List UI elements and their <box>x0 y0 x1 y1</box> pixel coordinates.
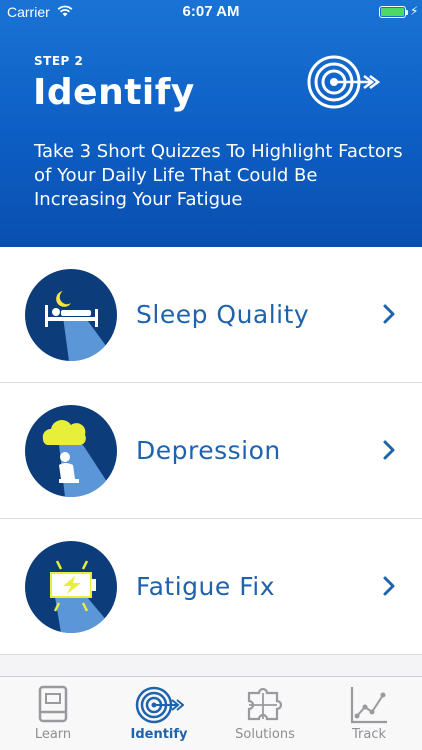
status-bar: Carrier 6:07 AM ⚡ <box>0 0 422 24</box>
tab-label: Identify <box>130 727 188 742</box>
quiz-item-depression[interactable]: Depression <box>0 383 422 519</box>
sleep-bed-moon-icon <box>25 269 117 361</box>
tab-label: Track <box>351 727 387 742</box>
quiz-item-label: Sleep Quality <box>136 300 310 329</box>
battery-tip <box>406 10 408 15</box>
chevron-right-icon <box>383 304 395 324</box>
quiz-item-sleep-quality[interactable]: Sleep Quality <box>0 247 422 383</box>
quiz-list: Sleep Quality Depression Fatigue Fix <box>0 247 422 655</box>
tab-learn[interactable]: Learn <box>0 677 106 750</box>
chevron-right-icon <box>383 576 395 596</box>
charging-bolt-icon: ⚡ <box>410 4 419 18</box>
status-time: 6:07 AM <box>182 3 240 20</box>
header-subtitle: Take 3 Short Quizzes To Highlight Factor… <box>34 141 403 210</box>
tab-solutions[interactable]: Solutions <box>212 677 318 750</box>
page-title: Identify <box>33 72 195 113</box>
tab-track[interactable]: Track <box>316 677 422 750</box>
target-icon <box>307 55 380 109</box>
book-icon <box>38 685 68 723</box>
step-label: STEP 2 <box>34 54 84 68</box>
quiz-item-fatigue-fix[interactable]: Fatigue Fix <box>0 519 422 655</box>
battery-lightning-icon <box>25 541 117 633</box>
quiz-item-label: Fatigue Fix <box>136 572 275 601</box>
tab-label: Solutions <box>235 727 295 742</box>
tab-label: Learn <box>34 727 72 742</box>
battery-icon <box>379 6 406 18</box>
chevron-right-icon <box>383 440 395 460</box>
puzzle-icon <box>247 687 283 721</box>
raincloud-person-icon <box>25 405 117 497</box>
tab-identify[interactable]: Identify <box>106 677 212 750</box>
line-graph-icon <box>350 687 387 724</box>
quiz-item-label: Depression <box>136 436 281 465</box>
tab-bar: Learn Identify Solutions Track <box>0 676 422 750</box>
target-icon <box>135 686 184 724</box>
header: Carrier 6:07 AM ⚡ STEP 2 Identify Take 3… <box>0 0 422 247</box>
